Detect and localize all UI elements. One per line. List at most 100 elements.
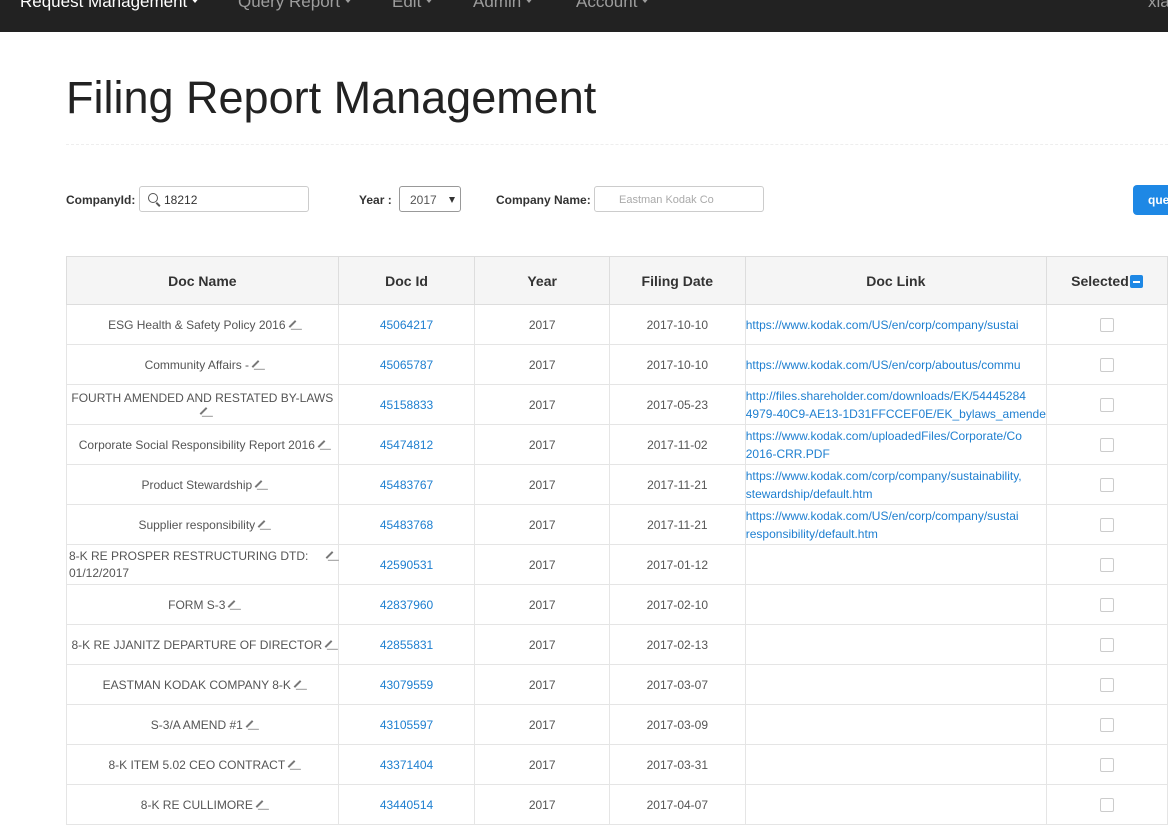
top-navbar: Request Management Query Report Edit Adm… bbox=[0, 0, 1168, 32]
nav-admin[interactable]: Admin bbox=[473, 0, 535, 12]
doc-name: FOURTH AMENDED AND RESTATED BY-LAWS bbox=[71, 390, 334, 405]
doc-link[interactable]: https://www.kodak.com/US/en/corp/company… bbox=[746, 507, 1045, 525]
edit-pencil-icon[interactable] bbox=[251, 359, 260, 368]
doc-id-link[interactable]: 45483768 bbox=[380, 518, 433, 532]
filing-date-cell: 2017-10-10 bbox=[608, 344, 746, 385]
row-checkbox[interactable] bbox=[1099, 637, 1114, 652]
row-checkbox[interactable] bbox=[1099, 717, 1114, 732]
selected-cell bbox=[1045, 344, 1168, 385]
year-cell: 2017 bbox=[474, 784, 610, 825]
doc-id-link[interactable]: 43079559 bbox=[380, 678, 433, 692]
divider bbox=[66, 144, 1168, 145]
header-doc-link[interactable]: Doc Link bbox=[744, 256, 1047, 305]
edit-pencil-icon[interactable] bbox=[288, 319, 296, 328]
header-doc-id[interactable]: Doc Id bbox=[337, 256, 476, 305]
year-cell: 2017 bbox=[474, 704, 610, 745]
doc-name: Corporate Social Responsibility Report 2… bbox=[78, 437, 315, 452]
doc-id-cell: 42855831 bbox=[337, 624, 476, 665]
doc-id-link[interactable]: 43105597 bbox=[380, 718, 433, 732]
doc-link-continued[interactable]: 2016-CRR.PDF bbox=[746, 445, 1045, 463]
doc-link[interactable]: https://www.kodak.com/US/en/corp/company… bbox=[746, 316, 1045, 334]
doc-link-continued[interactable]: stewardship/default.htm bbox=[746, 485, 1045, 503]
nav-edit[interactable]: Edit bbox=[392, 0, 435, 12]
doc-id-link[interactable]: 45065787 bbox=[380, 358, 433, 372]
header-year[interactable]: Year bbox=[474, 256, 610, 305]
doc-link-continued[interactable]: 4979-40C9-AE13-1D31FFCCEF0E/EK_bylaws_am… bbox=[746, 405, 1045, 423]
doc-link-cell: http://files.shareholder.com/downloads/E… bbox=[744, 384, 1047, 425]
selected-cell bbox=[1045, 384, 1168, 425]
doc-id-link[interactable]: 45483767 bbox=[380, 478, 433, 492]
filing-date-cell: 2017-02-13 bbox=[608, 624, 746, 665]
edit-pencil-icon[interactable] bbox=[199, 406, 208, 415]
edit-pencil-icon[interactable] bbox=[324, 639, 333, 648]
doc-link[interactable]: https://www.kodak.com/US/en/corp/aboutus… bbox=[746, 356, 1045, 374]
edit-pencil-icon[interactable] bbox=[254, 479, 263, 488]
header-doc-name[interactable]: Doc Name bbox=[66, 256, 339, 305]
query-button[interactable]: que bbox=[1133, 185, 1168, 215]
search-icon bbox=[148, 193, 158, 203]
nav-user[interactable]: xia bbox=[1148, 0, 1168, 12]
doc-id-cell: 45065787 bbox=[337, 344, 476, 385]
doc-name-cell: 8-K RE CULLIMORE bbox=[66, 784, 339, 825]
header-filing-date[interactable]: Filing Date bbox=[608, 256, 746, 305]
nav-label: Account bbox=[576, 0, 638, 11]
caret-down-icon bbox=[190, 0, 201, 3]
table-row: Supplier responsibility 45483768 2017 2017-… bbox=[66, 504, 1168, 545]
doc-id-link[interactable]: 45158833 bbox=[380, 398, 433, 412]
row-checkbox[interactable] bbox=[1099, 517, 1114, 532]
doc-link-cell bbox=[744, 624, 1047, 665]
row-checkbox[interactable] bbox=[1099, 397, 1114, 412]
row-checkbox[interactable] bbox=[1099, 477, 1114, 492]
doc-name-cell: Product Stewardship bbox=[66, 464, 339, 505]
row-checkbox[interactable] bbox=[1099, 597, 1114, 612]
edit-pencil-icon[interactable] bbox=[287, 759, 296, 768]
row-checkbox[interactable] bbox=[1099, 437, 1114, 452]
edit-pencil-icon[interactable] bbox=[228, 599, 236, 608]
year-cell: 2017 bbox=[474, 664, 610, 705]
row-checkbox[interactable] bbox=[1099, 357, 1114, 372]
doc-id-cell: 45474812 bbox=[337, 424, 476, 465]
doc-name: 8-K ITEM 5.02 CEO CONTRACT bbox=[108, 757, 286, 772]
doc-id-link[interactable]: 42837960 bbox=[380, 598, 433, 612]
table-row: FOURTH AMENDED AND RESTATED BY-LAWS 45158… bbox=[66, 384, 1168, 425]
deselect-all-icon[interactable] bbox=[1129, 275, 1143, 289]
doc-link[interactable]: http://files.shareholder.com/downloads/E… bbox=[746, 387, 1045, 405]
doc-id-link[interactable]: 42855831 bbox=[380, 638, 433, 652]
row-checkbox[interactable] bbox=[1099, 757, 1114, 772]
year-select[interactable]: 2017 bbox=[399, 186, 461, 212]
edit-pencil-icon[interactable] bbox=[245, 719, 254, 728]
doc-link-cell: https://www.kodak.com/US/en/corp/company… bbox=[744, 304, 1047, 345]
company-name-input[interactable]: Eastman Kodak Co bbox=[594, 186, 764, 212]
doc-link-cell: https://www.kodak.com/corp/company/susta… bbox=[744, 464, 1047, 505]
selected-cell bbox=[1045, 744, 1168, 785]
company-id-input[interactable]: 18212 bbox=[139, 186, 309, 212]
doc-link[interactable]: https://www.kodak.com/uploadedFiles/Corp… bbox=[746, 427, 1045, 445]
doc-id-link[interactable]: 42590531 bbox=[380, 558, 433, 572]
row-checkbox[interactable] bbox=[1099, 557, 1114, 572]
doc-id-link[interactable]: 45064217 bbox=[380, 318, 433, 332]
doc-link[interactable]: https://www.kodak.com/corp/company/susta… bbox=[746, 467, 1045, 485]
row-checkbox[interactable] bbox=[1099, 677, 1114, 692]
row-checkbox[interactable] bbox=[1099, 797, 1114, 812]
header-selected[interactable]: Selected bbox=[1045, 256, 1168, 305]
edit-pencil-icon[interactable] bbox=[325, 550, 334, 559]
doc-id-link[interactable]: 43440514 bbox=[380, 798, 433, 812]
doc-id-link[interactable]: 43371404 bbox=[380, 758, 433, 772]
filing-date-cell: 2017-05-23 bbox=[608, 384, 746, 425]
edit-pencil-icon[interactable] bbox=[257, 519, 266, 528]
year-cell: 2017 bbox=[474, 464, 610, 505]
filing-date-cell: 2017-03-07 bbox=[608, 664, 746, 705]
doc-id-link[interactable]: 45474812 bbox=[380, 438, 433, 452]
doc-link-cell: https://www.kodak.com/uploadedFiles/Corp… bbox=[744, 424, 1047, 465]
company-id-value: 18212 bbox=[164, 193, 198, 207]
doc-link-continued[interactable]: responsibility/default.htm bbox=[746, 525, 1045, 543]
nav-query-report[interactable]: Query Report bbox=[238, 0, 354, 12]
caret-down-icon bbox=[424, 0, 435, 3]
edit-pencil-icon[interactable] bbox=[255, 799, 264, 808]
row-checkbox[interactable] bbox=[1099, 317, 1114, 332]
nav-account[interactable]: Account bbox=[576, 0, 651, 12]
nav-request-management[interactable]: Request Management bbox=[20, 0, 201, 12]
doc-name: Supplier responsibility bbox=[138, 517, 256, 532]
edit-pencil-icon[interactable] bbox=[317, 439, 326, 448]
edit-pencil-icon[interactable] bbox=[293, 679, 302, 688]
